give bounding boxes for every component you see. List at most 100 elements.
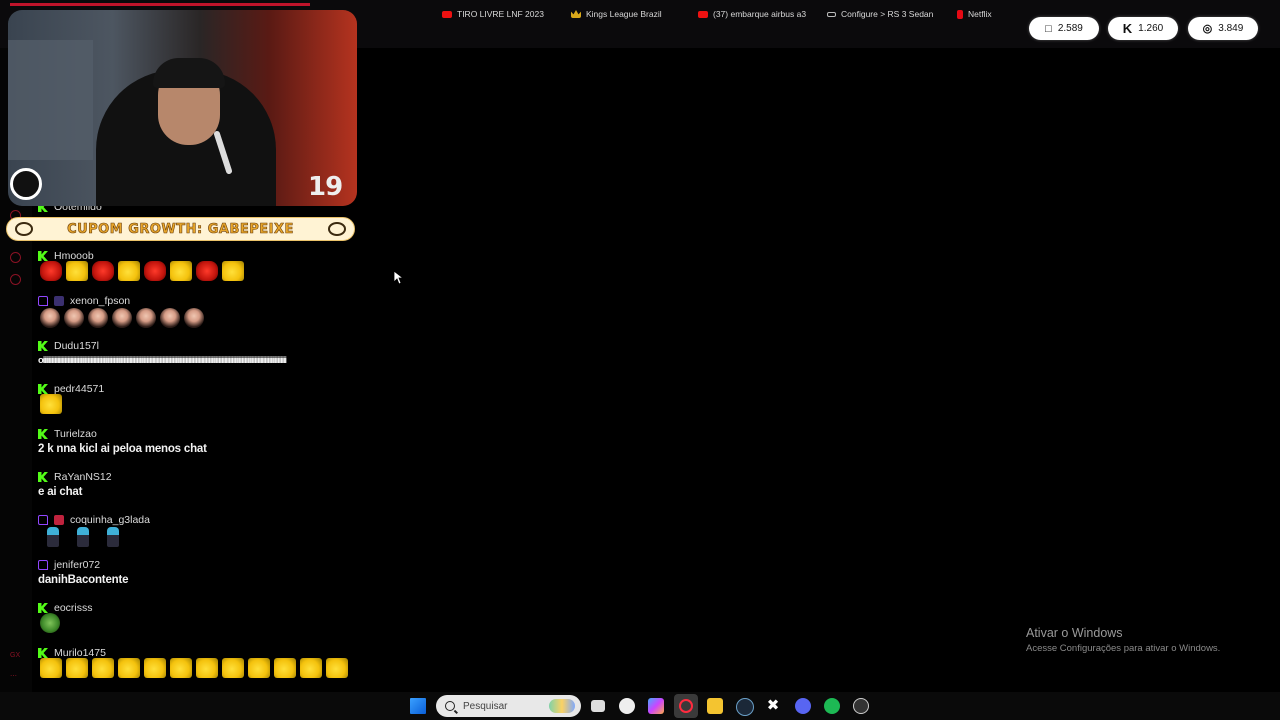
chat-message-text: danihBacontente [38, 574, 129, 586]
girl-emote-icon [88, 308, 108, 328]
kick-viewer-counter: K 1.260 [1108, 17, 1178, 40]
fig-emote-icon [47, 527, 59, 547]
ok-emote-icon [92, 658, 114, 678]
ok-emote-icon [118, 658, 140, 678]
coupon-text: CUPOM GROWTH: GABEPEIXE [67, 221, 294, 237]
fig-emote-icon [107, 527, 119, 547]
kick-icon [38, 251, 48, 261]
task-view-icon[interactable] [591, 700, 605, 712]
link-icon [827, 11, 836, 17]
chat-username-row: Turielzao [38, 428, 97, 440]
twitch-viewer-counter: □ 2.589 [1029, 17, 1099, 40]
ok-emote-icon [222, 261, 244, 281]
obs-icon[interactable] [853, 698, 869, 714]
red-emote-icon [92, 261, 114, 281]
app-face-icon[interactable] [619, 698, 635, 714]
ok-emote-icon [248, 658, 270, 678]
bookmark-label: Netflix [968, 9, 992, 19]
ok-emote-icon [170, 658, 192, 678]
webcam-overlay: 19 [8, 10, 357, 206]
kick-icon: K [1122, 21, 1133, 36]
chat-username[interactable]: Turielzao [54, 428, 97, 440]
twitch-icon [38, 515, 48, 525]
kick-icon [38, 384, 48, 394]
ok-emote-icon [66, 261, 88, 281]
opera-icon [679, 699, 693, 713]
chat-username[interactable]: jenifer072 [54, 559, 100, 571]
chat-username[interactable]: Dudu157l [54, 340, 99, 352]
girl-emote-icon [112, 308, 132, 328]
chat-message-text: e ai chat [38, 486, 83, 498]
steam-icon[interactable] [736, 698, 754, 716]
chat-avatar-icon [10, 168, 42, 200]
kick-icon [38, 341, 48, 351]
chat-emote-row [40, 658, 348, 678]
chat-emote-row [40, 613, 60, 633]
streamer-cap [153, 58, 225, 88]
ok-emote-icon [274, 658, 296, 678]
twitch-icon: □ [1045, 22, 1052, 35]
kick-icon [38, 648, 48, 658]
chat-username-row: xenon_fpson [38, 295, 130, 307]
ok-emote-icon [170, 261, 192, 281]
chat-username-row: coquinha_g3lada [38, 514, 150, 526]
red-emote-icon [196, 261, 218, 281]
fish-icon [15, 222, 33, 236]
red-emote-icon [144, 261, 166, 281]
girl-emote-icon [136, 308, 156, 328]
windows-start-icon[interactable] [410, 698, 426, 714]
kick-icon [38, 603, 48, 613]
webcam-badge: 19 [308, 172, 343, 202]
copilot-icon[interactable] [648, 698, 664, 714]
ok-emote-icon [222, 658, 244, 678]
twitch-icon [38, 560, 48, 570]
windows-activation-subtitle: Acesse Configurações para ativar o Windo… [1026, 643, 1221, 654]
bookmark-netflix[interactable]: Netflix [957, 9, 992, 19]
more-icon[interactable]: ⋯ [10, 672, 17, 680]
opera-taskbar-button[interactable] [674, 694, 698, 718]
taskbar: Pesquisar ✖ [0, 692, 1280, 720]
ok-emote-icon [40, 658, 62, 678]
girl-emote-icon [184, 308, 204, 328]
girl-emote-icon [40, 308, 60, 328]
ok-emote-icon [118, 261, 140, 281]
total-viewer-counter: ◎ 3.849 [1188, 17, 1258, 40]
subscriber-badge-icon [54, 296, 64, 306]
taskbar-search[interactable]: Pesquisar [436, 695, 581, 717]
capcut-icon[interactable]: ✖ [765, 698, 781, 714]
ok-emote-icon [144, 658, 166, 678]
chat-emote-row [40, 394, 62, 414]
subscriber-badge-icon [54, 515, 64, 525]
ok-emote-icon [300, 658, 322, 678]
discord-icon[interactable] [795, 698, 811, 714]
chat-emote-row [40, 308, 204, 328]
pepe-emote-icon [40, 613, 60, 633]
mouse-cursor-icon [393, 270, 405, 290]
red-emote-icon [40, 261, 62, 281]
chat-username[interactable]: xenon_fpson [70, 295, 130, 307]
total-viewer-count: 3.849 [1218, 23, 1244, 34]
ok-emote-icon [326, 658, 348, 678]
spotify-icon[interactable] [824, 698, 840, 714]
girl-emote-icon [64, 308, 84, 328]
coupon-banner: CUPOM GROWTH: GABEPEIXE [6, 217, 355, 241]
chat-username[interactable]: coquinha_g3lada [70, 514, 150, 526]
chat-username-row: RaYanNS12 [38, 471, 112, 483]
chat-message-text: oiiiiiiiiiiiiiiiiiiiiiiiiiiiiiiiiiiiiiii… [38, 355, 287, 366]
bookmark-configure-rs3[interactable]: Configure > RS 3 Sedan [827, 9, 933, 19]
twitch-icon [38, 296, 48, 306]
fish-icon [328, 222, 346, 236]
background-shelf [8, 40, 93, 160]
ok-emote-icon [66, 658, 88, 678]
ok-emote-icon [196, 658, 218, 678]
fig-emote-icon [77, 527, 89, 547]
ok-emote-icon [40, 394, 62, 414]
kick-viewer-count: 1.260 [1138, 23, 1164, 34]
kick-icon [38, 429, 48, 439]
chat-emote-row [40, 261, 244, 281]
settings-icon[interactable] [10, 274, 21, 285]
netflix-icon [957, 9, 963, 19]
sidebar-icon[interactable] [10, 252, 21, 263]
file-explorer-icon[interactable] [707, 698, 723, 714]
chat-username[interactable]: RaYanNS12 [54, 471, 112, 483]
